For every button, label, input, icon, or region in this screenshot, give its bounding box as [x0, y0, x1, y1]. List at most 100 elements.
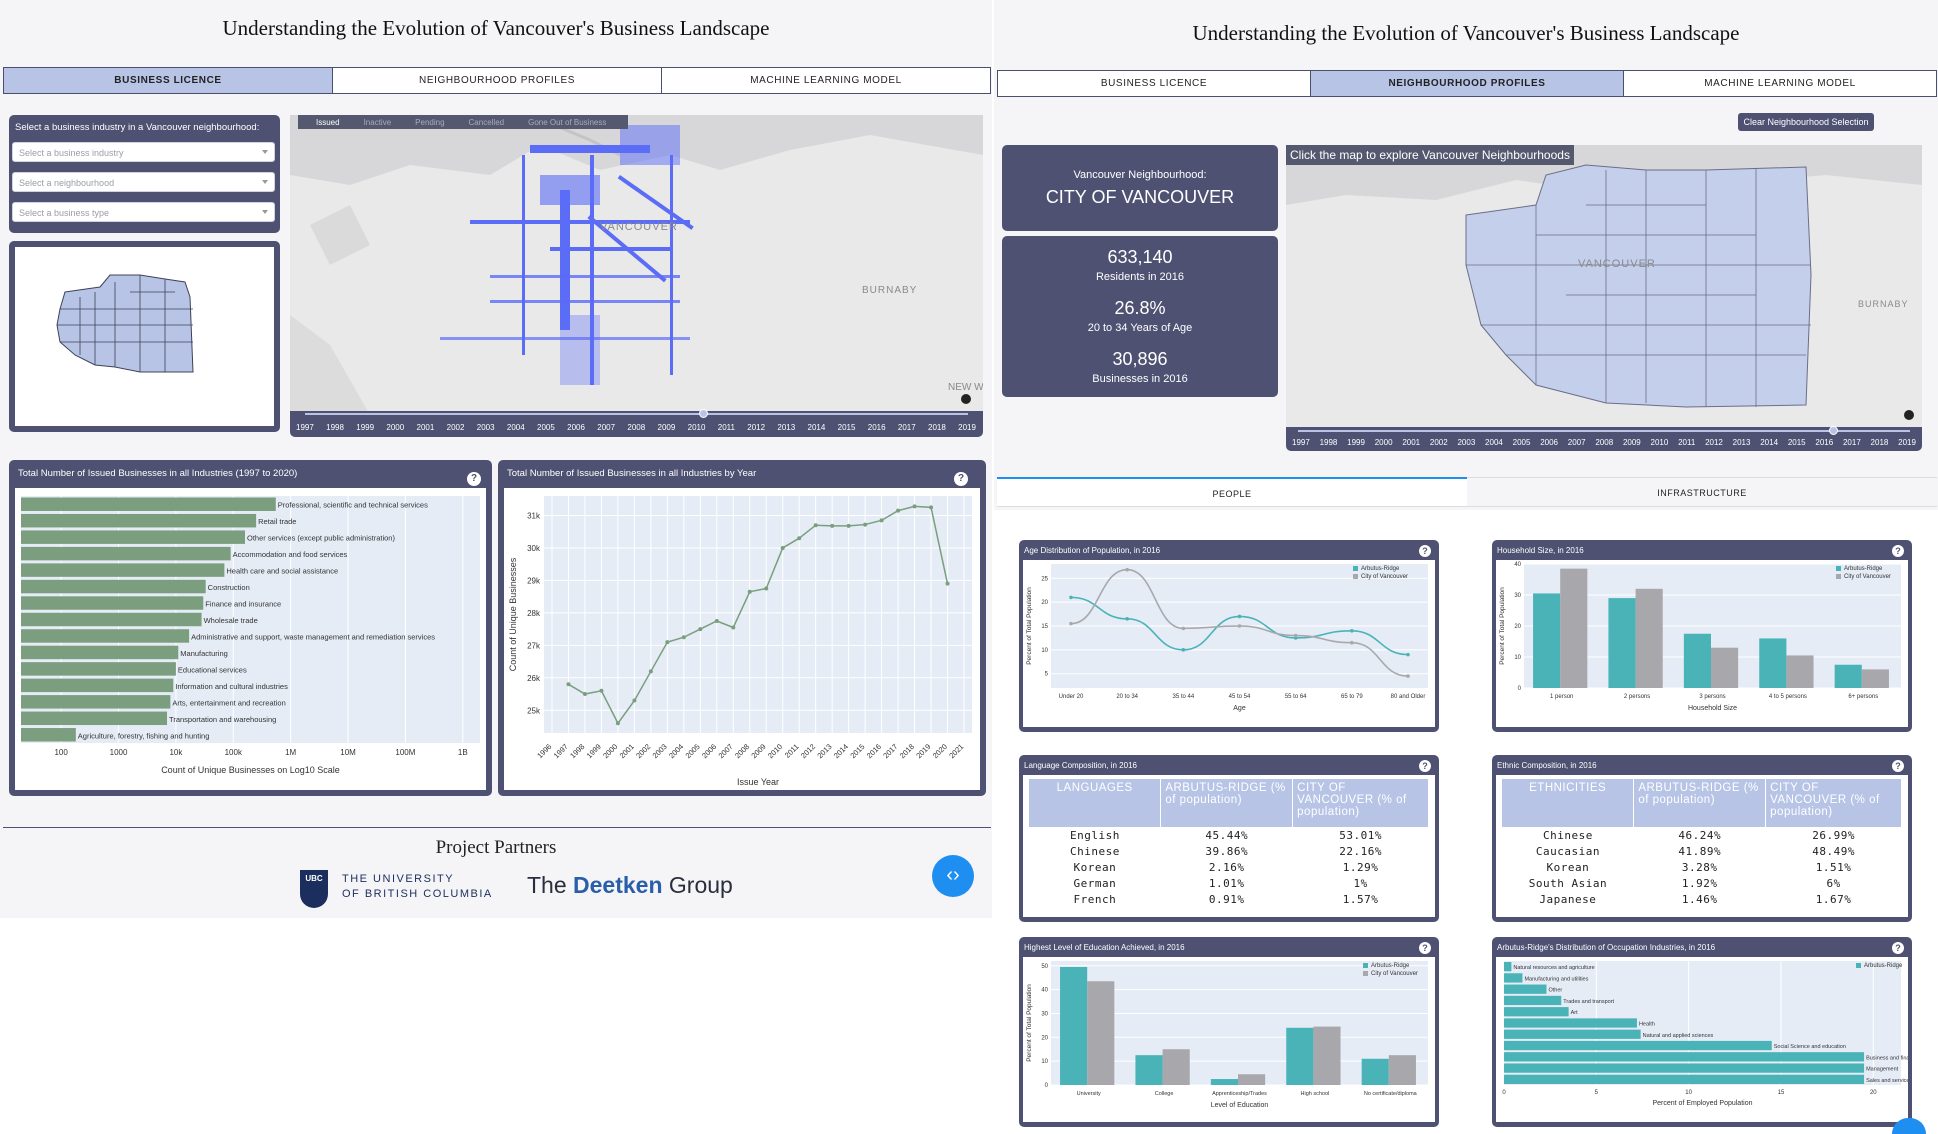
year-tick-label[interactable]: 2019	[1898, 438, 1916, 447]
info-icon[interactable]	[961, 394, 971, 404]
business-map[interactable]: VANCOUVER BURNABY NEW W Issued Inactive …	[290, 115, 983, 411]
age-plot[interactable]: 5 10 15 20 25 Percent of Total Population Unde…	[1023, 560, 1435, 727]
neighbourhood-dropdown[interactable]: Select a neighbourhood	[12, 172, 275, 192]
education-plot[interactable]: 0 10 20 30 40 50 Percent of Total Population Un…	[1023, 957, 1435, 1122]
help-icon[interactable]: ?	[1892, 760, 1904, 772]
bar	[1861, 669, 1889, 688]
year-tick-label[interactable]: 2016	[868, 423, 886, 432]
year-tick-label[interactable]: 2005	[1513, 438, 1531, 447]
neighbourhood-map-canvas[interactable]: VANCOUVER BURNABY	[1286, 145, 1922, 427]
legend-inactive[interactable]: Inactive	[364, 118, 392, 127]
industry-bar-plot[interactable]: 100 1000 10k 100k 1M 10M 100M 1B Professional, s…	[15, 488, 486, 790]
year-tick-label[interactable]: 2007	[1568, 438, 1586, 447]
mini-neighbourhood-map[interactable]	[15, 247, 274, 426]
year-tick-label[interactable]: 2016	[1815, 438, 1833, 447]
year-tick-label[interactable]: 1999	[356, 423, 374, 432]
business-type-dropdown[interactable]: Select a business type	[12, 202, 275, 222]
year-tick-label[interactable]: 2004	[1485, 438, 1503, 447]
help-icon[interactable]: ?	[1892, 545, 1904, 557]
clear-selection-button[interactable]: Clear Neighbourhood Selection	[1738, 113, 1874, 131]
mini-map[interactable]	[15, 247, 274, 426]
year-tick-label[interactable]: 2015	[838, 423, 856, 432]
year-tick-label[interactable]: 2006	[567, 423, 585, 432]
year-tick-label[interactable]: 2017	[898, 423, 916, 432]
year-tick-label[interactable]: 2006	[1540, 438, 1558, 447]
year-tick-label[interactable]: 2009	[1623, 438, 1641, 447]
year-tick-label[interactable]: 2013	[1733, 438, 1751, 447]
help-icon[interactable]: ?	[954, 472, 968, 486]
year-tick-label[interactable]: 2011	[1678, 438, 1695, 447]
neighbourhood-map[interactable]: VANCOUVER BURNABY Click the map to explo…	[1286, 145, 1922, 427]
industry-dropdown[interactable]: Select a business industry	[12, 142, 275, 162]
year-tick-label[interactable]: 2002	[1430, 438, 1448, 447]
tab-neighbourhood-profiles[interactable]: NEIGHBOURHOOD PROFILES	[1311, 71, 1624, 96]
year-tick-label[interactable]: 1997	[1292, 438, 1310, 447]
year-slider-track[interactable]	[305, 413, 968, 415]
year-tick-label[interactable]: 1998	[326, 423, 344, 432]
year-slider-track[interactable]	[1298, 430, 1910, 432]
year-tick-label[interactable]: 2019	[958, 423, 976, 432]
bar-label: Art	[1571, 1010, 1579, 1016]
year-tick-label[interactable]: 2012	[747, 423, 765, 432]
year-tick-label[interactable]: 2008	[1595, 438, 1613, 447]
year-tick-label[interactable]: 2008	[627, 423, 645, 432]
year-tick-label[interactable]: 2009	[658, 423, 676, 432]
year-tick-label[interactable]: 2007	[597, 423, 615, 432]
tab-neighbourhood-profiles[interactable]: NEIGHBOURHOOD PROFILES	[333, 68, 662, 93]
business-map-canvas[interactable]: VANCOUVER BURNABY NEW W	[290, 115, 983, 411]
year-tick-label[interactable]: 2011	[718, 423, 735, 432]
help-icon[interactable]: ?	[1419, 942, 1431, 954]
year-tick-label[interactable]: 2014	[1760, 438, 1778, 447]
year-tick-label[interactable]: 2003	[477, 423, 495, 432]
year-tick-label[interactable]: 2012	[1705, 438, 1723, 447]
help-icon[interactable]: ?	[1419, 545, 1431, 557]
legend-issued[interactable]: Issued	[316, 118, 340, 127]
legend-label: Arbutus-Ridge	[1361, 566, 1400, 572]
legend-pending[interactable]: Pending	[415, 118, 444, 127]
tab-business-licence[interactable]: BUSINESS LICENCE	[998, 71, 1311, 96]
year-tick-label[interactable]: 2010	[1651, 438, 1669, 447]
year-tick-label[interactable]: 2000	[1375, 438, 1393, 447]
year-tick-label[interactable]: 1999	[1347, 438, 1365, 447]
tab-machine-learning-model[interactable]: MACHINE LEARNING MODEL	[662, 68, 990, 93]
x-tick-label: 2010	[766, 742, 784, 760]
tab-infrastructure[interactable]: INFRASTRUCTURE	[1467, 477, 1937, 506]
year-slider-handle[interactable]	[1829, 426, 1838, 435]
tab-business-licence[interactable]: BUSINESS LICENCE	[4, 68, 333, 93]
code-toggle-button[interactable]: ‹›	[932, 855, 974, 897]
year-tick-label[interactable]: 2015	[1788, 438, 1806, 447]
legend-cancelled[interactable]: Cancelled	[469, 118, 505, 127]
legend-gone-out[interactable]: Gone Out of Business	[528, 118, 606, 127]
year-tick-label[interactable]: 2000	[386, 423, 404, 432]
help-icon[interactable]: ?	[1892, 942, 1904, 954]
bar	[1504, 995, 1562, 1006]
year-tick-label[interactable]: 2001	[417, 423, 435, 432]
help-icon[interactable]: ?	[467, 472, 481, 486]
year-tick-label[interactable]: 2005	[537, 423, 555, 432]
year-tick-label[interactable]: 2003	[1457, 438, 1475, 447]
year-tick-label[interactable]: 2001	[1402, 438, 1420, 447]
info-icon[interactable]	[1904, 410, 1914, 420]
year-slider-handle[interactable]	[699, 409, 708, 418]
bar	[21, 563, 225, 577]
year-tick-label[interactable]: 2002	[447, 423, 465, 432]
year-tick-label[interactable]: 1998	[1320, 438, 1338, 447]
x-tick-label: 45 to 54	[1229, 694, 1251, 700]
year-tick-label[interactable]: 2018	[1871, 438, 1889, 447]
year-tick-label[interactable]: 2004	[507, 423, 525, 432]
year-tick-label[interactable]: 2014	[808, 423, 826, 432]
legend-label: Arbutus-Ridge	[1864, 963, 1903, 969]
tab-people[interactable]: PEOPLE	[997, 477, 1467, 506]
year-tick-label[interactable]: 2013	[777, 423, 795, 432]
household-plot[interactable]: 0 10 20 30 40 Percent of Total Population 1 pe…	[1496, 560, 1908, 727]
year-line-plot[interactable]: 25k 26k 27k 28k 29k 30k 31k 1996 1997 1998 1999 200…	[504, 488, 980, 790]
bar	[1504, 984, 1547, 994]
year-tick-label[interactable]: 2010	[688, 423, 706, 432]
year-tick-label[interactable]: 1997	[296, 423, 314, 432]
year-tick-label[interactable]: 2018	[928, 423, 946, 432]
year-tick-label[interactable]: 2017	[1843, 438, 1861, 447]
tab-machine-learning-model[interactable]: MACHINE LEARNING MODEL	[1624, 71, 1936, 96]
occupation-plot[interactable]: 0 5 10 15 20 Natural resources and agricultur…	[1496, 957, 1918, 1122]
x-tick-label: 10k	[169, 748, 183, 757]
help-icon[interactable]: ?	[1419, 760, 1431, 772]
